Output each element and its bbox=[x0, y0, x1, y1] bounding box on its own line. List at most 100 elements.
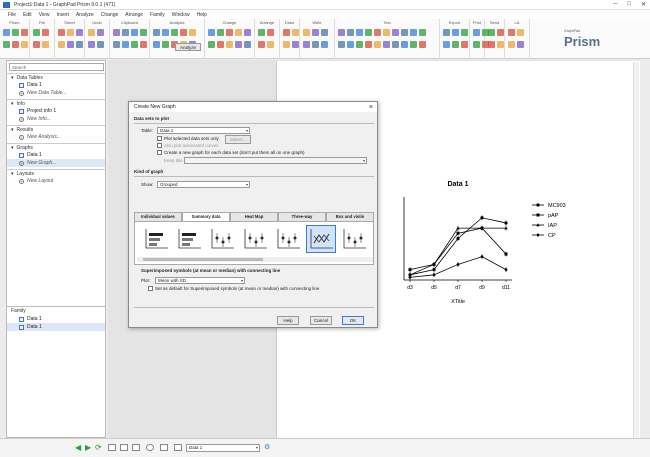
toolbar-tool-icon[interactable] bbox=[162, 41, 169, 48]
section-header-layouts[interactable]: ▾ Layouts bbox=[7, 169, 105, 177]
tab-heat-map[interactable]: Heat Map bbox=[230, 212, 278, 221]
nav-item[interactable]: Data 1 bbox=[7, 151, 105, 159]
toolbar-tool-icon[interactable] bbox=[88, 29, 95, 36]
toolbar-tool-icon[interactable] bbox=[356, 29, 363, 36]
toolbar-tool-icon[interactable] bbox=[140, 29, 147, 36]
toolbar-tool-icon[interactable] bbox=[374, 41, 381, 48]
family-item[interactable]: Data 1 bbox=[7, 323, 105, 331]
nav-item[interactable]: Data 1 bbox=[7, 81, 105, 89]
toolbar-tool-icon[interactable] bbox=[88, 41, 95, 48]
toolbar-tool-icon[interactable] bbox=[338, 29, 345, 36]
menu-edit[interactable]: Edit bbox=[23, 12, 32, 18]
toolbar-tool-icon[interactable] bbox=[321, 41, 328, 48]
section-header-graphs[interactable]: ▾ Graphs bbox=[7, 143, 105, 151]
toolbar-tool-icon[interactable] bbox=[292, 41, 299, 48]
tab-three-way[interactable]: Three-way bbox=[278, 212, 326, 221]
toolbar-tool-icon[interactable] bbox=[122, 41, 129, 48]
toolbar-tool-icon[interactable] bbox=[33, 29, 40, 36]
section-header-results[interactable]: ▾ Results bbox=[7, 125, 105, 133]
toolbar-tool-icon[interactable] bbox=[488, 29, 495, 36]
graph-data-1[interactable]: Data 1 d3 d5 d7 d9 d11 MC903 pAP IAP CP XTitle bbox=[388, 175, 628, 310]
nav-new-item[interactable]: + New Info... bbox=[7, 115, 105, 123]
nav-new-item[interactable]: + New Data Table... bbox=[7, 89, 105, 97]
toolbar-tool-icon[interactable] bbox=[365, 41, 372, 48]
tab-individual-values[interactable]: Individual values bbox=[134, 212, 182, 221]
toolbar-tool-icon[interactable] bbox=[473, 29, 480, 36]
zoom-icon[interactable] bbox=[160, 444, 168, 451]
section-header-info[interactable]: ▾ Info bbox=[7, 99, 105, 107]
toolbar-tool-icon[interactable] bbox=[153, 29, 160, 36]
toolbar-tool-icon[interactable] bbox=[180, 29, 187, 36]
toolbar-tool-icon[interactable] bbox=[461, 41, 468, 48]
cancel-button[interactable]: Cancel bbox=[310, 316, 332, 325]
toolbar-tool-icon[interactable] bbox=[131, 41, 138, 48]
toolbar-tool-icon[interactable] bbox=[226, 29, 233, 36]
toolbar-tool-icon[interactable] bbox=[401, 41, 408, 48]
toolbar-tool-icon[interactable] bbox=[347, 41, 354, 48]
toolbar-tool-icon[interactable] bbox=[189, 29, 196, 36]
menu-view[interactable]: View bbox=[39, 12, 50, 18]
toolbar-tool-icon[interactable] bbox=[392, 29, 399, 36]
toolbar-tool-icon[interactable] bbox=[283, 29, 290, 36]
toolbar-tool-icon[interactable] bbox=[76, 41, 83, 48]
toolbar-tool-icon[interactable] bbox=[67, 29, 74, 36]
toolbar-tool-icon[interactable] bbox=[410, 29, 417, 36]
menu-help[interactable]: Help bbox=[197, 12, 207, 18]
toolbar-tool-icon[interactable] bbox=[258, 41, 265, 48]
toolbar-tool-icon[interactable] bbox=[461, 29, 468, 36]
toolbar-tool-icon[interactable] bbox=[97, 29, 104, 36]
toolbar-tool-icon[interactable] bbox=[365, 29, 372, 36]
also-plot-curves-checkbox[interactable] bbox=[157, 143, 162, 148]
link-icon[interactable]: ⚙ bbox=[264, 443, 270, 451]
menu-family[interactable]: Family bbox=[150, 12, 165, 18]
toolbar-tool-icon[interactable] bbox=[42, 41, 49, 48]
nav-new-item[interactable]: + New Graph... bbox=[7, 159, 105, 167]
toolbar-tool-icon[interactable] bbox=[392, 41, 399, 48]
close-icon[interactable]: ✕ bbox=[641, 1, 646, 8]
toolbar-tool-icon[interactable] bbox=[517, 41, 524, 48]
nav-new-item[interactable]: + New Layout bbox=[7, 177, 105, 185]
toolbar-tool-icon[interactable] bbox=[267, 41, 274, 48]
toolbar-tool-icon[interactable] bbox=[410, 41, 417, 48]
toolbar-tool-icon[interactable] bbox=[208, 29, 215, 36]
analyze-button[interactable]: Analyze bbox=[175, 43, 201, 51]
interleaved-points-thumb[interactable] bbox=[240, 225, 270, 253]
menu-file[interactable]: File bbox=[8, 12, 16, 18]
toolbar-tool-icon[interactable] bbox=[312, 41, 319, 48]
menu-analyze[interactable]: Analyze bbox=[76, 12, 94, 18]
keep-title-input[interactable] bbox=[184, 157, 367, 164]
toolbar-tool-icon[interactable] bbox=[473, 41, 480, 48]
toolbar-tool-icon[interactable] bbox=[508, 41, 515, 48]
toolbar-tool-icon[interactable] bbox=[217, 41, 224, 48]
toolbar-tool-icon[interactable] bbox=[356, 41, 363, 48]
toolbar-tool-icon[interactable] bbox=[452, 29, 459, 36]
nav-item[interactable]: Project info 1 bbox=[7, 107, 105, 115]
toolbar-tool-icon[interactable] bbox=[419, 41, 426, 48]
plot-selected-checkbox[interactable] bbox=[157, 136, 162, 141]
collapse-icon[interactable]: ▾ bbox=[11, 126, 14, 134]
toolbar-tool-icon[interactable] bbox=[97, 41, 104, 48]
gallery-view-icon[interactable] bbox=[132, 444, 140, 451]
toolbar-tool-icon[interactable] bbox=[401, 29, 408, 36]
menu-change[interactable]: Change bbox=[101, 12, 119, 18]
toolbar-tool-icon[interactable] bbox=[452, 41, 459, 48]
nav-new-item[interactable]: + New Analysis... bbox=[7, 133, 105, 141]
toolbar-tool-icon[interactable] bbox=[303, 29, 310, 36]
bar-stack-thumb[interactable] bbox=[141, 225, 171, 253]
toolbar-tool-icon[interactable] bbox=[283, 41, 290, 48]
toolbar-tool-icon[interactable] bbox=[508, 29, 515, 36]
toolbar-tool-icon[interactable] bbox=[58, 29, 65, 36]
toolbar-tool-icon[interactable] bbox=[217, 29, 224, 36]
table-view-icon[interactable] bbox=[120, 444, 128, 451]
menu-arrange[interactable]: Arrange bbox=[125, 12, 143, 18]
collapse-icon[interactable]: ▾ bbox=[11, 74, 14, 82]
toolbar-tool-icon[interactable] bbox=[12, 41, 19, 48]
sheet-select[interactable]: Data 1 bbox=[186, 444, 260, 452]
toolbar-tool-icon[interactable] bbox=[517, 29, 524, 36]
toolbar-tool-icon[interactable] bbox=[67, 41, 74, 48]
toolbar-tool-icon[interactable] bbox=[303, 41, 310, 48]
toolbar-tool-icon[interactable] bbox=[338, 41, 345, 48]
bar-grouped-thumb[interactable] bbox=[174, 225, 204, 253]
tab-summary-data[interactable]: Summary data bbox=[182, 212, 230, 221]
dialog-close-icon[interactable]: × bbox=[369, 103, 373, 113]
